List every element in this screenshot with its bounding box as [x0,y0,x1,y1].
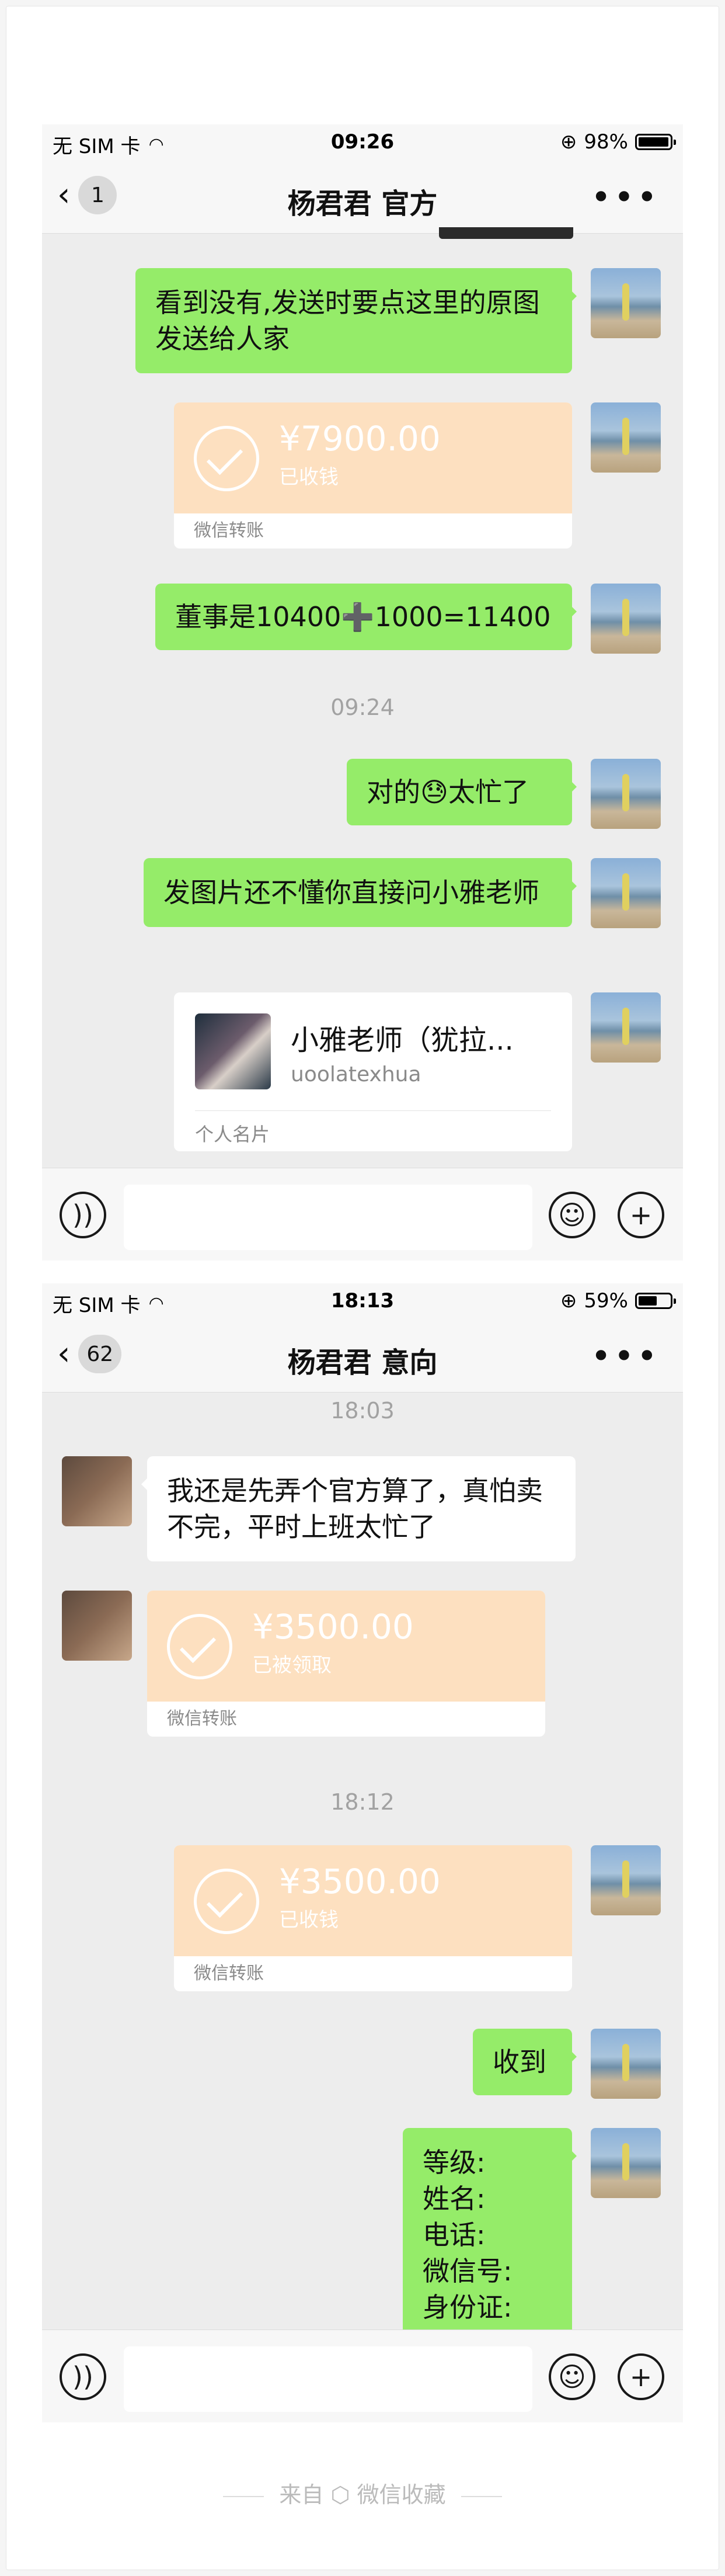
message-bubble[interactable]: 董事是10400➕1000=11400 [155,584,577,650]
form-line: 身份证: [423,2292,513,2323]
divider [195,1110,551,1111]
transfer-amount: ¥3500.00 [252,1607,414,1647]
input-bar: )) ☺ + [42,2329,683,2422]
avatar[interactable] [591,858,661,928]
message-list[interactable]: 看到没有,发送时要点这里的原图发送给人家 ¥7900.00 已收钱 微信转账 董… [42,227,683,1168]
transfer-label: 微信转账 [194,520,264,541]
contact-photo [195,1013,271,1089]
message-bubble[interactable]: 对的😓太忙了 [347,759,577,825]
more-icon[interactable]: ••• [591,177,660,218]
divider [461,2495,502,2497]
message-input[interactable] [124,1185,532,1250]
message-bubble[interactable]: 等级: 姓名: 电话: 微信号: 身份证: [403,2128,577,2362]
avatar[interactable] [591,2128,661,2198]
transfer-card[interactable]: ¥7900.00 已收钱 微信转账 [174,402,572,548]
emoji-icon[interactable]: ☺ [549,1192,595,1238]
message-text: 收到 [493,2046,546,2078]
add-icon[interactable]: + [618,1192,664,1238]
form-line: 微信号: [423,2255,513,2287]
avatar[interactable] [62,1456,132,1526]
transfer-amount: ¥3500.00 [279,1862,441,1901]
divider [223,2495,264,2497]
form-line: 电话: [423,2219,486,2251]
input-bar: )) ☺ + [42,1168,683,1261]
chat-title: 杨君君 意向 [287,1346,438,1379]
status-bar: 无 SIM 卡 ◠ 18:13 ⊕ 59% [42,1283,683,1318]
avatar[interactable] [591,992,661,1063]
battery-percent: 98% [584,130,628,154]
voice-icon[interactable]: )) [60,2353,106,2400]
contact-name: 小雅老师（犹拉... [291,1024,514,1057]
transfer-status: 已收钱 [279,1908,339,1932]
message-text: 发图片还不懂你直接问小雅老师 [163,877,539,908]
rotation-lock-icon: ⊕ [560,130,577,154]
transfer-card[interactable]: ¥3500.00 已被领取 微信转账 [147,1591,545,1737]
check-icon [194,1869,259,1934]
form-line: 等级: [423,2147,486,2178]
message-bubble[interactable]: 我还是先弄个官方算了，真怕卖不完，平时上班太忙了 [141,1456,576,1561]
form-line: 姓名: [423,2183,486,2214]
chat-title: 杨君君 官方 [287,188,438,220]
avatar[interactable] [591,759,661,829]
add-icon[interactable]: + [618,2353,664,2400]
message-bubble[interactable]: 看到没有,发送时要点这里的原图发送给人家 [135,268,577,373]
transfer-label: 微信转账 [194,1963,264,1984]
transfer-status: 已收钱 [279,466,339,489]
battery-icon [635,1293,676,1309]
check-icon [194,426,259,491]
message-text: 我还是先弄个官方算了，真怕卖不完，平时上班太忙了 [167,1475,543,1543]
contact-id: uoolatexhua [291,1063,421,1086]
emoji-icon[interactable]: ☺ [549,2353,595,2400]
chat-screen-official: 无 SIM 卡 ◠ 09:26 ⊕ 98% ‹ 1 杨君君 官方 ••• 看到没… [42,124,683,1261]
nav-bar: ‹ 1 杨君君 官方 ••• [42,159,683,234]
timestamp: 18:12 [330,1789,395,1815]
transfer-label: 微信转账 [167,1709,237,1729]
message-text: 董事是10400➕1000=11400 [175,601,551,633]
timestamp: 09:24 [330,695,395,720]
message-text: 对的😓太忙了 [367,776,529,808]
message-bubble[interactable]: 发图片还不懂你直接问小雅老师 [144,858,577,927]
avatar[interactable] [591,2029,661,2099]
avatar[interactable] [591,402,661,473]
message-list[interactable]: 18:03 我还是先弄个官方算了，真怕卖不完，平时上班太忙了 ¥3500.00 … [42,1392,683,2362]
message-input[interactable] [124,2346,532,2412]
more-icon[interactable]: ••• [591,1336,660,1377]
battery-icon [635,134,676,150]
battery-percent: 59% [584,1289,628,1313]
partial-image[interactable] [439,227,573,239]
timestamp: 18:03 [330,1398,395,1424]
status-bar: 无 SIM 卡 ◠ 09:26 ⊕ 98% [42,124,683,159]
message-bubble[interactable]: 收到 [473,2029,577,2095]
avatar[interactable] [591,268,661,338]
transfer-status: 已被领取 [252,1654,332,1677]
voice-icon[interactable]: )) [60,1192,106,1238]
footer-credit: 来自 ⬡ 微信收藏 [0,2477,725,2509]
transfer-card[interactable]: ¥3500.00 已收钱 微信转账 [174,1845,572,1991]
contact-card[interactable]: 小雅老师（犹拉... uoolatexhua 个人名片 [174,992,572,1151]
check-icon [167,1614,232,1679]
transfer-amount: ¥7900.00 [279,419,441,459]
nav-bar: ‹ 62 杨君君 意向 ••• [42,1318,683,1393]
avatar[interactable] [62,1591,132,1661]
avatar[interactable] [591,584,661,654]
chat-screen-intent: 无 SIM 卡 ◠ 18:13 ⊕ 59% ‹ 62 杨君君 意向 ••• 18… [42,1283,683,2422]
rotation-lock-icon: ⊕ [560,1289,577,1313]
credit-text: 来自 ⬡ 微信收藏 [279,2482,446,2508]
message-text: 看到没有,发送时要点这里的原图发送给人家 [155,287,540,355]
card-label: 个人名片 [195,1123,270,1145]
avatar[interactable] [591,1845,661,1915]
